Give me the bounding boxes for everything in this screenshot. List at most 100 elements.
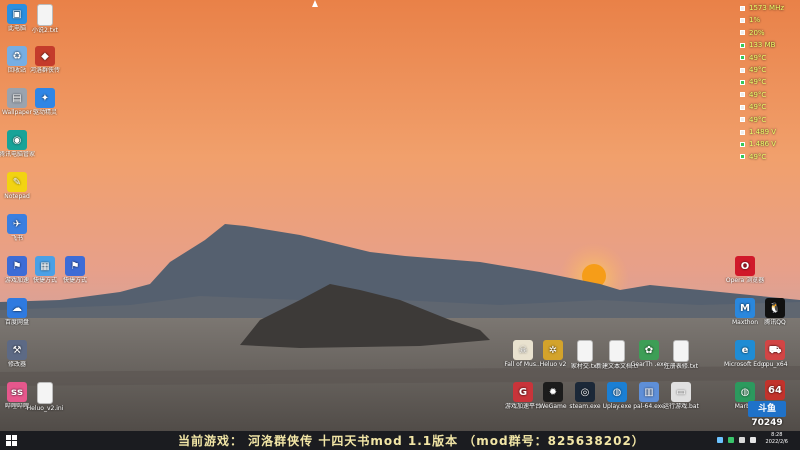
cpu64-icon: 64: [765, 380, 785, 400]
netdisk-shortcut[interactable]: ☁ 百度网盘: [0, 298, 38, 326]
icon-label: Opera 浏览器: [725, 277, 765, 284]
pal-icon: ▥: [639, 382, 659, 402]
monitor-value: 49°C: [749, 90, 767, 99]
monitor-swatch-icon: [740, 67, 745, 73]
txt-file-icon-2: [609, 340, 625, 362]
monitor-swatch-icon: [740, 55, 745, 61]
current-game-banner: 当前游戏： 河洛群侠传 十四天书mod 1.1版本 （mod群号：8256382…: [178, 434, 645, 448]
tray-volume-icon[interactable]: [739, 437, 745, 443]
monitor-value: 1%: [749, 16, 761, 25]
monitor-value: 20%: [749, 28, 765, 37]
icon-label: 腾讯电脑管家: [0, 151, 35, 158]
txt-file-icon: [577, 340, 593, 362]
monitor-row: 1.486 V: [740, 138, 794, 150]
monitor-row: 1%: [740, 14, 794, 26]
monitor-swatch-icon: [740, 129, 745, 135]
text-file-shortcut[interactable]: Heluo_v2.ini: [24, 382, 66, 412]
opera-shortcut[interactable]: O Opera 浏览器: [724, 256, 766, 284]
monitor-swatch-icon: [740, 92, 745, 98]
opera-icon: O: [735, 256, 755, 276]
windows-start-button[interactable]: [6, 435, 17, 446]
monitor-row: 49°C: [740, 151, 794, 163]
red-shield-icon: G: [513, 382, 533, 402]
monitor-row: 1.489 V: [740, 126, 794, 138]
bat-shortcut[interactable]: ▭ 运行游戏.bat: [660, 382, 702, 410]
monitor-row: 1573 MHz: [740, 2, 794, 14]
icon-label: cpu_x64: [762, 361, 788, 368]
icon-label: Notepad: [4, 193, 30, 200]
monitor-value: 49°C: [749, 65, 767, 74]
monitor-value: 1.486 V: [749, 140, 777, 149]
taskbar-clock[interactable]: 8:28 2022/2/6: [766, 432, 788, 446]
monitor-swatch-icon: [740, 30, 745, 36]
maxthon-icon: M: [735, 298, 755, 318]
monitor-swatch-icon: [740, 154, 745, 160]
tray-network-icon[interactable]: [717, 437, 723, 443]
system-tray: [717, 437, 756, 443]
qq-shortcut[interactable]: 🐧 腾讯QQ: [754, 298, 796, 326]
monitor-row: 49°C: [740, 76, 794, 88]
world-icon: ◍: [735, 382, 755, 402]
clock-date: 2022/2/6: [765, 439, 788, 445]
monitor-row: 49°C: [740, 101, 794, 113]
blue-app-icon: ✦: [35, 88, 55, 108]
steam-icon: ◎: [575, 382, 595, 402]
monitor-value: 133 MB: [749, 41, 776, 50]
douyu-logo: 斗鱼: [748, 401, 786, 417]
text-file-icon: [37, 382, 53, 404]
gearth-icon: ✿: [639, 340, 659, 360]
hardware-monitor-overlay: 1573 MHz 1% 20% 133 MB 49°C 49°C 49°C 49°C 49°C 4…: [740, 2, 794, 163]
bat-icon: ▭: [671, 382, 691, 402]
monitor-value: 49°C: [749, 53, 767, 62]
green-app-shortcut[interactable]: ◉ 腾讯电脑管家: [0, 130, 38, 158]
bird-icon: ✈: [7, 214, 27, 234]
heluo-icon: ✲: [543, 340, 563, 360]
monitor-row: 49°C: [740, 52, 794, 64]
clock-time: 8:28: [771, 432, 783, 438]
file-shortcut[interactable]: 小说2.txt: [24, 4, 66, 34]
skull-icon: ☠: [513, 340, 533, 360]
icon-label: 快捷方式: [62, 277, 87, 284]
monitor-swatch-icon: [740, 104, 745, 110]
icon-label: 腾讯QQ: [764, 319, 786, 326]
game-flag-shortcut[interactable]: ⚑ 快捷方式: [54, 256, 96, 284]
icon-label: 注册表修.txt: [663, 363, 699, 370]
monitor-value: 49°C: [749, 103, 767, 112]
uplay-icon: ◍: [607, 382, 627, 402]
notes-icon: ✎: [7, 172, 27, 192]
monitor-value: 49°C: [749, 78, 767, 87]
blue-app-shortcut[interactable]: ✦ 驱动精灵: [24, 88, 66, 116]
monitor-swatch-icon: [740, 18, 745, 24]
icon-label: 驱动精灵: [32, 109, 57, 116]
room-number: 70249: [751, 418, 783, 428]
monitor-swatch-icon: [740, 80, 745, 86]
monitor-value: 1573 MHz: [749, 4, 785, 12]
tray-flag-icon[interactable]: [750, 437, 756, 443]
txt-file-shortcut[interactable]: 注册表修.txt: [660, 340, 702, 370]
app-red-shortcut[interactable]: ◆ 河洛群侠传: [24, 46, 66, 74]
icon-label: Heluo_v2.ini: [26, 405, 64, 412]
monitor-swatch-icon: [740, 141, 745, 147]
tray-app-icon[interactable]: [728, 437, 734, 443]
green-app-icon: ◉: [7, 130, 27, 150]
icon-label: 小说2.txt: [32, 27, 58, 34]
monitor-value: 1.489 V: [749, 127, 777, 136]
monitor-row: 20%: [740, 27, 794, 39]
car-shortcut[interactable]: ⛟ cpu_x64: [754, 340, 796, 368]
icon-label: 河洛群侠传: [29, 67, 60, 74]
edge-icon: e: [735, 340, 755, 360]
monitor-swatch-icon: [740, 5, 745, 11]
notes-shortcut[interactable]: ✎ Notepad: [0, 172, 38, 200]
icon-label: 修改器: [7, 361, 26, 368]
bird-shortcut[interactable]: ✈ 飞书: [0, 214, 38, 242]
monitor-row: 133 MB: [740, 39, 794, 51]
monitor-row: 49°C: [740, 114, 794, 126]
qq-icon: 🐧: [765, 298, 785, 318]
window-icon: ▦: [35, 256, 55, 276]
icon-label: 运行游戏.bat: [663, 403, 699, 410]
netdisk-icon: ☁: [7, 298, 27, 318]
monitor-row: 49°C: [740, 89, 794, 101]
file-icon: [37, 4, 53, 26]
monitor-swatch-icon: [740, 42, 745, 48]
tool-shortcut[interactable]: ⚒ 修改器: [0, 340, 38, 368]
